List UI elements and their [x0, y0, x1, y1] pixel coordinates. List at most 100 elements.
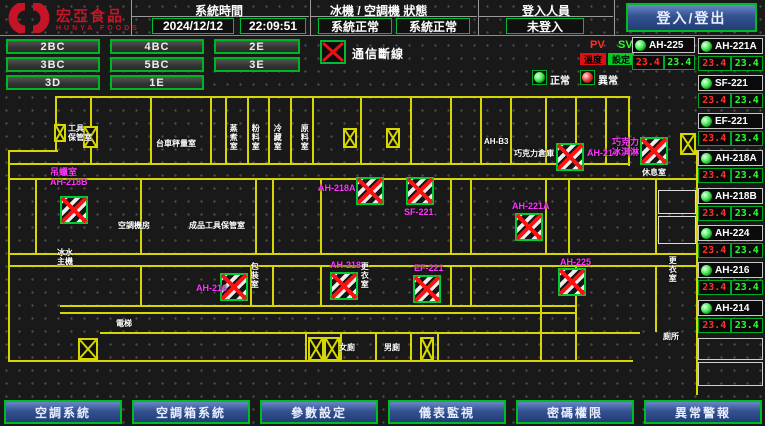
unit-row-ah-216[interactable]: AH-216 — [698, 262, 763, 278]
footer-button-alarm[interactable]: 異常警報 — [644, 400, 762, 424]
ahu-icon-ah-221a[interactable] — [515, 213, 543, 241]
unit-led-icon — [701, 228, 712, 239]
footer-button-password-authority[interactable]: 密碼權限 — [516, 400, 634, 424]
room-label: 男廁 — [384, 343, 400, 352]
wall-segment — [480, 96, 482, 165]
stairs-icon — [54, 124, 66, 142]
room-label: 冷藏室 — [273, 124, 282, 151]
unit-led-icon — [635, 40, 646, 51]
room-label: AH-B3 — [484, 137, 508, 146]
ahu-label-ah-224: 巧克力 冰淇淋 — [612, 138, 639, 158]
unit-row-ah-225[interactable]: AH-225 — [632, 37, 695, 53]
unit-values-ah-221a: 23.423.4 — [698, 56, 763, 71]
wall-segment — [540, 265, 542, 362]
stairs-icon — [308, 337, 324, 361]
stairs-icon — [680, 133, 696, 155]
unit-values-ef-221: 23.423.4 — [698, 131, 763, 146]
unit-pv-value: 23.4 — [698, 318, 731, 333]
wall-segment — [8, 150, 10, 362]
unit-row-ah-224[interactable]: AH-224 — [698, 225, 763, 241]
unit-sv-value: 23.4 — [731, 243, 764, 258]
wall-segment — [8, 178, 698, 180]
unit-sv-value: 23.4 — [731, 168, 764, 183]
footer-button-ac-system[interactable]: 空調系統 — [4, 400, 122, 424]
ahu-icon-ah-218a[interactable] — [356, 177, 384, 205]
unit-sv-value: 23.4 — [731, 93, 764, 108]
wall-segment — [290, 96, 292, 165]
room-label: 蒸煮室 — [229, 124, 238, 151]
room-label: 粉料室 — [251, 124, 260, 151]
wall-segment — [545, 178, 547, 255]
unit-sv-value: 23.4 — [664, 55, 696, 70]
room-label: 台車秤量室 — [156, 139, 196, 148]
room-label: 冰水 主機 — [57, 248, 73, 266]
unit-row-sf-221[interactable]: SF-221 — [698, 75, 763, 91]
stairs-icon — [78, 338, 98, 360]
wall-segment — [450, 178, 452, 255]
unit-name-label: AH-221A — [715, 41, 757, 52]
ahu-icon-ah-218[interactable] — [330, 272, 358, 300]
ahu-icon-ah-225[interactable] — [558, 268, 586, 296]
room-label: 更衣室 — [668, 256, 677, 283]
unit-row-ah-214[interactable]: AH-214 — [698, 300, 763, 316]
ahu-label-ah-216: AH-216 — [196, 284, 227, 294]
unit-values-ah-218a: 23.423.4 — [698, 168, 763, 183]
wall-segment — [437, 334, 439, 362]
wall-segment — [225, 96, 227, 165]
unit-row-ah-218b[interactable]: AH-218B — [698, 188, 763, 204]
unit-row-ah-218a[interactable]: AH-218A — [698, 150, 763, 166]
wall-segment — [360, 96, 362, 165]
wall-segment — [568, 178, 570, 255]
wall-segment — [210, 96, 212, 165]
unit-pv-value: 23.4 — [698, 168, 731, 183]
ahu-label-ah-218b: 吊蠟室 AH-218B — [50, 168, 88, 188]
ahu-icon-ah-218b[interactable] — [60, 196, 88, 224]
wall-segment — [247, 96, 249, 165]
unit-led-icon — [701, 303, 712, 314]
unit-pv-value: 23.4 — [698, 56, 731, 71]
wall-segment — [655, 265, 657, 332]
unit-values-ah-224: 23.423.4 — [698, 243, 763, 258]
wall-segment — [140, 178, 142, 255]
wall-segment — [8, 163, 630, 165]
wall-segment — [410, 334, 412, 362]
wall-segment — [60, 312, 577, 314]
hmi-screen: 宏亞食品 HUNYA FOODS 系統時間 2024/12/12 22:09:5… — [0, 0, 765, 426]
unit-sv-value: 23.4 — [731, 56, 764, 71]
plan-room-box — [658, 216, 696, 244]
ahu-icon-ah-224[interactable] — [640, 137, 668, 165]
footer-button-meter-monitor[interactable]: 儀表監視 — [388, 400, 506, 424]
wall-segment — [312, 96, 314, 165]
wall-segment — [655, 178, 657, 255]
wall-segment — [272, 178, 274, 255]
unit-name-label: AH-225 — [649, 40, 683, 51]
ahu-label-ah-218: AH-218 — [330, 261, 361, 271]
room-label: 空調機房 — [118, 221, 150, 230]
ahu-icon-sf-221[interactable] — [406, 177, 434, 205]
ahu-icon-ef-221[interactable] — [413, 275, 441, 303]
wall-segment — [35, 178, 37, 255]
unit-values-sf-221: 23.423.4 — [698, 93, 763, 108]
room-label: 休息室 — [642, 168, 666, 177]
stairs-icon — [343, 128, 357, 148]
unit-values-ah-214: 23.423.4 — [698, 318, 763, 333]
room-label: 廁所 — [663, 332, 679, 341]
ahu-label-ah-218a: AH-218A — [318, 184, 356, 194]
unit-pv-value: 23.4 — [698, 206, 731, 221]
unit-pv-value: 23.4 — [632, 55, 664, 70]
footer-button-ahu-system[interactable]: 空調箱系統 — [132, 400, 250, 424]
ahu-icon-ah-214[interactable] — [556, 143, 584, 171]
wall-segment — [8, 150, 58, 152]
unit-sv-value: 23.4 — [731, 280, 764, 295]
unit-row-ah-221a[interactable]: AH-221A — [698, 38, 763, 54]
empty-unit-slot — [698, 338, 763, 360]
plan-room-box — [658, 190, 696, 214]
unit-sv-value: 23.4 — [731, 131, 764, 146]
unit-led-icon — [701, 191, 712, 202]
unit-sv-value: 23.4 — [731, 318, 764, 333]
footer-button-parameter-settings[interactable]: 參數設定 — [260, 400, 378, 424]
unit-name-label: AH-218B — [715, 191, 757, 202]
wall-segment — [272, 265, 274, 307]
wall-segment — [375, 334, 377, 362]
unit-row-ef-221[interactable]: EF-221 — [698, 113, 763, 129]
